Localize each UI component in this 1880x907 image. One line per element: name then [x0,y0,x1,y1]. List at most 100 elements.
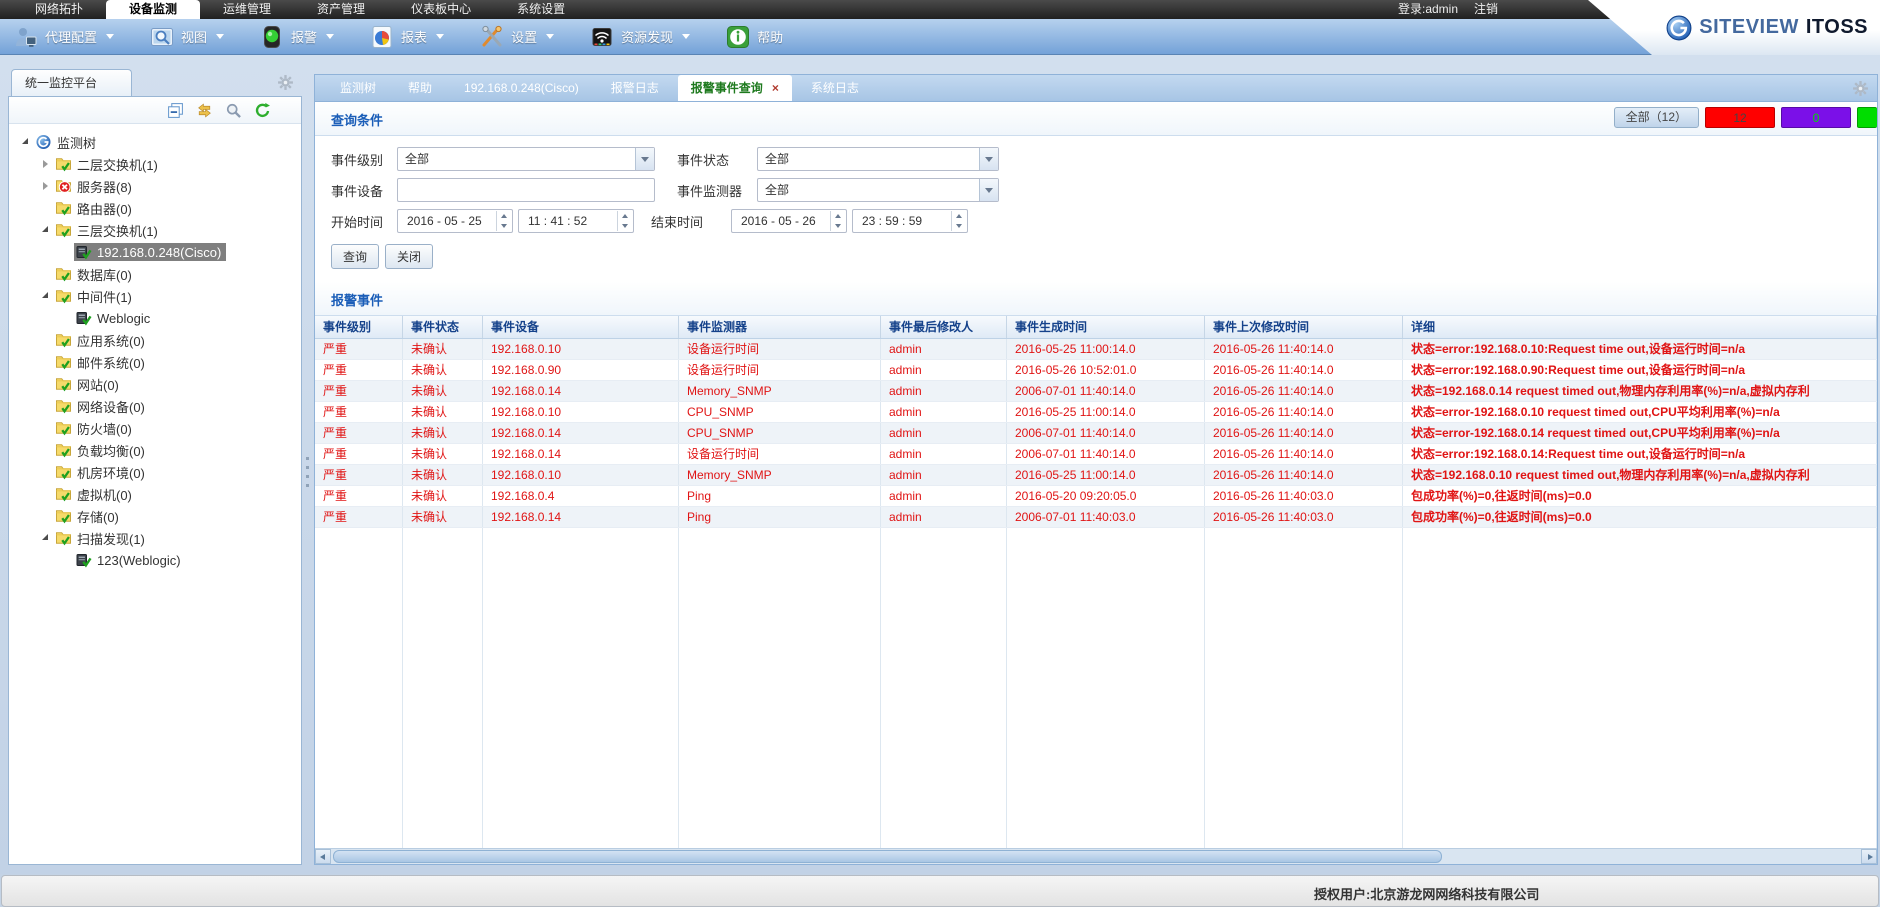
event-row-0[interactable]: 严重未确认192.168.0.10设备运行时间admin2016-05-25 1… [315,339,1877,360]
badge-all[interactable]: 全部（12） [1614,107,1699,128]
spin-down-icon[interactable] [618,221,632,231]
search-icon[interactable] [225,102,242,119]
end-time-spinner[interactable]: 23 : 59 : 59 [852,209,968,233]
gear-icon[interactable] [277,74,294,91]
menu-item-0[interactable]: 网络拓扑 [12,0,106,19]
scroll-left-icon[interactable] [315,849,331,864]
column-header-5[interactable]: 事件生成时间 [1007,316,1205,338]
chevron-down-icon[interactable] [979,148,998,170]
refresh-icon[interactable] [254,102,271,119]
tab-1[interactable]: 帮助 [395,75,445,101]
menu-item-5[interactable]: 系统设置 [494,0,588,19]
tree-expanded-arrow-icon[interactable] [39,225,54,235]
tree-node-15[interactable]: 机房环境(0) [9,461,301,483]
spin-up-icon[interactable] [952,211,966,221]
start-time-spinner[interactable]: 11 : 41 : 52 [518,209,634,233]
event-level-select[interactable]: 全部 [397,147,655,171]
scrollbar-thumb[interactable] [333,850,1442,863]
toolbar-alarm-button[interactable]: 报警 [260,25,334,49]
spin-down-icon[interactable] [952,221,966,231]
tree-node-16[interactable]: 虚拟机(0) [9,483,301,505]
toolbar-settings-button[interactable]: 设置 [480,25,554,49]
tree-node-11[interactable]: 网站(0) [9,373,301,395]
spin-down-icon[interactable] [497,221,511,231]
scroll-right-icon[interactable] [1861,849,1877,864]
event-row-1[interactable]: 严重未确认192.168.0.90设备运行时间admin2016-05-26 1… [315,360,1877,381]
event-row-3[interactable]: 严重未确认192.168.0.10CPU_SNMPadmin2016-05-25… [315,402,1877,423]
chevron-down-icon[interactable] [635,148,654,170]
toolbar-agent-config-button[interactable]: 代理配置 [14,25,114,49]
column-header-3[interactable]: 事件监测器 [679,316,881,338]
tree-node-3[interactable]: 路由器(0) [9,197,301,219]
tree-node-4[interactable]: 三层交换机(1) [9,219,301,241]
event-row-4[interactable]: 严重未确认192.168.0.14CPU_SNMPadmin2006-07-01… [315,423,1877,444]
horizontal-scrollbar[interactable] [315,848,1877,864]
tree-node-17[interactable]: 存储(0) [9,505,301,527]
column-header-1[interactable]: 事件状态 [403,316,483,338]
event-row-7[interactable]: 严重未确认192.168.0.4Pingadmin2016-05-20 09:2… [315,486,1877,507]
tree-node-19[interactable]: 123(Weblogic) [9,549,301,571]
tree-node-7[interactable]: 中间件(1) [9,285,301,307]
badge-ok[interactable] [1857,107,1877,128]
tree-node-1[interactable]: 二层交换机(1) [9,153,301,175]
tree-node-12[interactable]: 网络设备(0) [9,395,301,417]
column-header-2[interactable]: 事件设备 [483,316,679,338]
event-status-select[interactable]: 全部 [757,147,999,171]
event-row-5[interactable]: 严重未确认192.168.0.14设备运行时间admin2006-07-01 1… [315,444,1877,465]
search-button[interactable]: 查询 [331,244,379,269]
close-icon[interactable]: × [772,82,779,94]
column-header-7[interactable]: 详细 [1403,316,1877,338]
badge-warning[interactable]: 0 [1781,107,1851,128]
panel-splitter-handle[interactable] [306,457,309,491]
menu-item-1[interactable]: 设备监测 [106,0,200,19]
tree-node-2[interactable]: 服务器(8) [9,175,301,197]
event-row-8[interactable]: 严重未确认192.168.0.14Pingadmin2006-07-01 11:… [315,507,1877,528]
column-header-6[interactable]: 事件上次修改时间 [1205,316,1403,338]
tab-2[interactable]: 192.168.0.248(Cisco) [451,75,592,101]
menu-item-4[interactable]: 仪表板中心 [388,0,494,19]
tree-node-8[interactable]: Weblogic [9,307,301,329]
chevron-down-icon[interactable] [979,179,998,201]
logout-link[interactable]: 注销 [1474,0,1498,19]
toolbar-report-button[interactable]: 报表 [370,25,444,49]
toolbar-help-button[interactable]: 帮助 [726,25,783,49]
event-monitor-select[interactable]: 全部 [757,178,999,202]
spin-up-icon[interactable] [497,211,511,221]
toolbar-view-button[interactable]: 视图 [150,25,224,49]
badge-critical[interactable]: 12 [1705,107,1775,128]
toolbar-discovery-button[interactable]: 资源发现 [590,25,690,49]
tree-node-9[interactable]: 应用系统(0) [9,329,301,351]
tree-expanded-arrow-icon[interactable] [19,137,34,147]
tab-5[interactable]: 系统日志 [798,75,872,101]
tree-node-10[interactable]: 邮件系统(0) [9,351,301,373]
tree-node-13[interactable]: 防火墙(0) [9,417,301,439]
transfer-arrows-icon[interactable] [196,102,213,119]
start-date-spinner[interactable]: 2016 - 05 - 25 [397,209,513,233]
menu-item-2[interactable]: 运维管理 [200,0,294,19]
column-header-0[interactable]: 事件级别 [315,316,403,338]
tree-node-14[interactable]: 负载均衡(0) [9,439,301,461]
tree-node-5[interactable]: 192.168.0.248(Cisco) [9,241,301,263]
tree-node-0[interactable]: 监测树 [9,131,301,153]
tree-expanded-arrow-icon[interactable] [39,533,54,543]
tab-unified-monitoring-platform[interactable]: 统一监控平台 [11,69,132,96]
event-row-2[interactable]: 严重未确认192.168.0.14Memory_SNMPadmin2006-07… [315,381,1877,402]
tree-collapsed-arrow-icon[interactable] [39,181,54,191]
spin-down-icon[interactable] [831,221,845,231]
tree-collapsed-arrow-icon[interactable] [39,159,54,169]
tab-0[interactable]: 监测树 [327,75,389,101]
tab-3[interactable]: 报警日志 [598,75,672,101]
end-date-spinner[interactable]: 2016 - 05 - 26 [731,209,847,233]
spin-up-icon[interactable] [618,211,632,221]
tree-node-6[interactable]: 数据库(0) [9,263,301,285]
event-device-input[interactable] [397,178,655,202]
tree-expanded-arrow-icon[interactable] [39,291,54,301]
gear-icon[interactable] [1852,80,1869,97]
spin-up-icon[interactable] [831,211,845,221]
tab-4[interactable]: 报警事件查询× [678,75,792,101]
menu-item-3[interactable]: 资产管理 [294,0,388,19]
event-row-6[interactable]: 严重未确认192.168.0.10Memory_SNMPadmin2016-05… [315,465,1877,486]
tree-node-18[interactable]: 扫描发现(1) [9,527,301,549]
collapse-all-icon[interactable] [167,102,184,119]
close-button[interactable]: 关闭 [385,244,433,269]
